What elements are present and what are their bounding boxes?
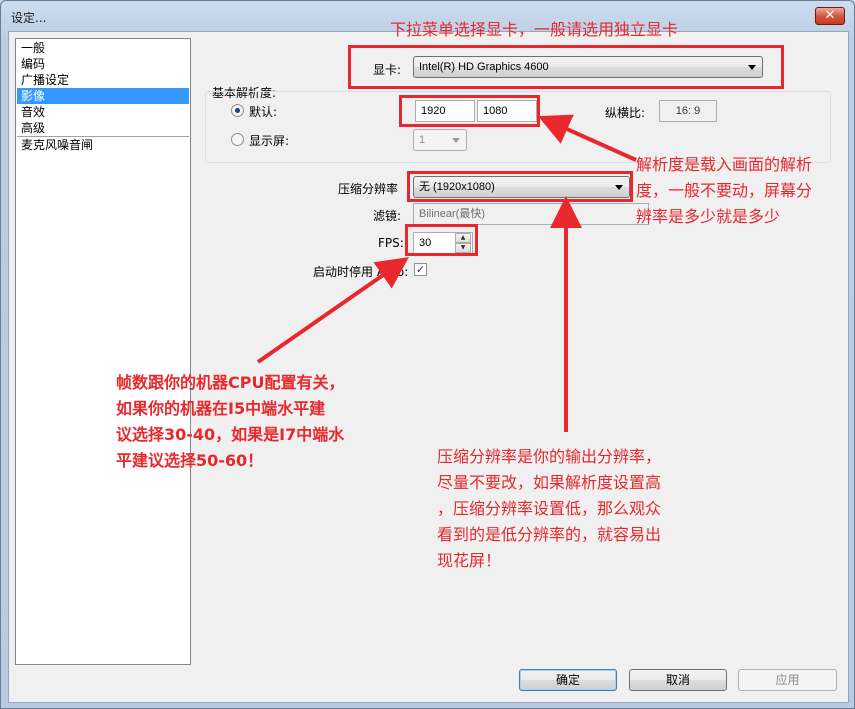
dialog-client-area: 一般 编码 广播设定 影像 音效 高级 麦克风噪音闸 显卡: Intel(R) … [8,31,849,703]
monitor-label: 显示屏: [249,134,290,148]
resolution-annotation: 解析度是载入画面的解析 度，一般不要动，屏幕分 辨率是多少就是多少 [636,152,812,230]
close-icon: ✕ [824,8,836,23]
fps-annotation-line: 帧数跟你的机器CPU配置有关， [116,373,345,392]
monitor-resolution-radio[interactable] [231,133,244,146]
filter-label: 滤镜: [373,209,402,223]
monitor-value: 1 [419,134,426,146]
window-title: 设定... [11,11,47,25]
radio-dot-icon [235,108,240,113]
downscale-annotation-line: 压缩分辨率是你的输出分辨率， [437,447,662,466]
cancel-button[interactable]: 取消 [629,669,727,691]
resolution-annotation-line: 度，一般不要动，屏幕分 [636,181,813,200]
aspect-ratio-label: 纵横比: [605,106,646,120]
downscale-annotation-line: 尽量不要改，如果解析度设置高 [437,473,662,492]
checkmark-icon: ✓ [415,263,426,276]
ok-button[interactable]: 确定 [519,669,617,691]
downscale-annotation-line: ，压缩分辨率设置低，那么观众 [437,499,662,518]
sidebar-item-audio[interactable]: 音效 [17,104,189,120]
fps-annotation-line: 如果你的机器在I5中端水平建 [116,399,326,418]
sidebar-item-advanced[interactable]: 高级 [17,120,189,136]
sidebar-item-video[interactable]: 影像 [17,88,189,104]
downscale-annotation-line: 现花屏！ [437,551,502,570]
fps-highlight-box [405,224,478,256]
sidebar-item-broadcast[interactable]: 广播设定 [17,72,189,88]
downscale-annotation: 压缩分辨率是你的输出分辨率， 尽量不要改，如果解析度设置高 ，压缩分辨率设置低，… [437,444,661,574]
resolution-highlight-box [399,95,540,127]
default-resolution-label: 默认: [249,105,278,119]
fps-annotation-line: 议选择30-40，如果是I7中端水 [116,425,345,444]
fps-annotation: 帧数跟你的机器CPU配置有关， 如果你的机器在I5中端水平建 议选择30-40，… [116,370,344,474]
sidebar-item-noise-gate[interactable]: 麦克风噪音闸 [17,137,189,153]
monitor-select[interactable]: 1 [413,129,467,151]
downscale-label: 压缩分辨率 [338,182,399,196]
aspect-ratio-value: 16: 9 [659,100,717,122]
adapter-highlight-box [348,45,784,89]
filter-field: Bilinear(最快) [413,203,649,225]
chevron-down-icon [452,138,460,143]
disable-aero-checkbox[interactable]: ✓ [414,263,427,276]
downscale-annotation-line: 看到的是低分辨率的，就容易出 [437,525,662,544]
downscale-highlight-box [407,171,633,202]
sidebar-item-general[interactable]: 一般 [17,40,189,56]
default-resolution-radio[interactable] [231,104,244,117]
disable-aero-label: 启动时停用 Aero: [313,265,409,279]
sidebar-item-encoding[interactable]: 编码 [17,56,189,72]
fps-annotation-line: 平建议选择50-60！ [116,451,264,470]
close-button[interactable]: ✕ [815,7,845,25]
adapter-annotation: 下拉菜单选择显卡，一般请选用独立显卡 [390,20,679,39]
apply-button[interactable]: 应用 [738,669,837,691]
resolution-annotation-line: 辨率是多少就是多少 [636,207,781,226]
resolution-annotation-line: 解析度是载入画面的解析 [636,155,813,174]
settings-category-list[interactable]: 一般 编码 广播设定 影像 音效 高级 麦克风噪音闸 [15,38,191,665]
fps-label: FPS: [378,236,404,250]
